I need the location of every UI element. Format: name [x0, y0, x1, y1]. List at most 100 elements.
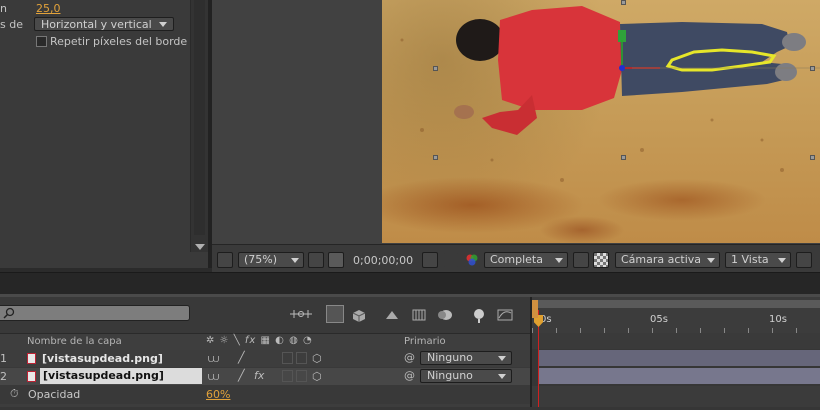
- panel-gap: [0, 272, 820, 295]
- edge-mode-dropdown[interactable]: Horizontal y vertical: [34, 17, 174, 31]
- ruler-label: 10s: [769, 314, 787, 325]
- parent-dropdown[interactable]: Ninguno: [420, 351, 512, 365]
- magnification-dropdown[interactable]: (75%): [238, 252, 304, 268]
- view-layout-value: 1 Vista: [731, 253, 769, 266]
- work-area-bar[interactable]: [532, 300, 820, 308]
- comp-marker-icon[interactable]: [290, 307, 312, 321]
- viewer-toolbar: (75%) 0;00;00;00 Completa Cámara activa …: [212, 244, 820, 273]
- motion-blur-icon[interactable]: [436, 307, 454, 323]
- property-track[interactable]: [532, 386, 820, 407]
- layer-duration-bar[interactable]: [538, 350, 820, 366]
- effect-panel-scrollbar[interactable]: [190, 0, 208, 252]
- chevron-down-icon: [778, 258, 786, 263]
- pickwhip-icon[interactable]: @: [404, 351, 415, 364]
- chevron-down-icon: [707, 258, 715, 263]
- search-icon: [3, 307, 15, 319]
- always-preview-icon[interactable]: [217, 252, 233, 268]
- switch-box[interactable]: [296, 352, 307, 364]
- camera-value: Cámara activa: [621, 253, 702, 266]
- composition-frame[interactable]: [382, 0, 820, 243]
- brainstorm-icon[interactable]: [470, 307, 488, 323]
- transform-handle[interactable]: [433, 66, 438, 71]
- property-name: Opacidad: [28, 388, 81, 401]
- value-label: n: [0, 2, 7, 15]
- snapshot-camera-icon[interactable]: [422, 252, 438, 268]
- 3d-cube-icon[interactable]: [350, 307, 368, 323]
- channel-rgb-icon[interactable]: [463, 252, 481, 268]
- quality-switch-icon[interactable]: ╱: [238, 351, 245, 364]
- chevron-down-icon: [159, 22, 167, 27]
- repeat-edge-pixels-label: Repetir píxeles del borde: [50, 35, 188, 48]
- switch-box[interactable]: [282, 370, 293, 382]
- layer-name-selected[interactable]: [vistasupdead.png]: [40, 368, 202, 384]
- layer-index: 2: [0, 370, 7, 383]
- track-header-spacer: [532, 333, 820, 349]
- switches-column-icons: ✲ ☼ ╲ fx ▦ ◐ ◍ ◔: [206, 335, 313, 346]
- timecode-value: 0;00;00;00: [353, 254, 414, 267]
- png-file-icon: [27, 353, 36, 364]
- graph-editor-icon[interactable]: [496, 307, 514, 323]
- layer-column-header: Nombre de la capa ✲ ☼ ╲ fx ▦ ◐ ◍ ◔ Prima…: [0, 333, 530, 351]
- parent-dropdown[interactable]: Ninguno: [420, 369, 512, 383]
- parent-value: Ninguno: [427, 369, 473, 382]
- mask-visibility-icon[interactable]: [328, 252, 344, 268]
- transform-handle[interactable]: [433, 155, 438, 160]
- live-update-icon[interactable]: [326, 305, 344, 323]
- layer-row[interactable]: 1 [vistasupdead.png] ⩊ ╱ ⬡ @ Ninguno: [0, 350, 530, 367]
- transform-handle[interactable]: [810, 66, 815, 71]
- stopwatch-icon[interactable]: ⏱: [10, 387, 19, 401]
- effects-switch-icon[interactable]: fx: [254, 369, 264, 382]
- shy-switch-icon[interactable]: ⩊: [208, 370, 219, 384]
- parent-value: Ninguno: [427, 351, 473, 364]
- edge-label: s de: [0, 18, 23, 31]
- layer-index: 1: [0, 352, 7, 365]
- parent-column-header[interactable]: Primario: [404, 336, 446, 347]
- composition-artwork: [400, 6, 820, 182]
- show-snapshot-icon[interactable]: [443, 252, 459, 268]
- pickwhip-icon[interactable]: @: [404, 369, 415, 382]
- work-area-start-handle[interactable]: [532, 300, 538, 318]
- scroll-track[interactable]: [194, 0, 205, 235]
- transform-handle[interactable]: [810, 155, 815, 160]
- rgb-circles: [466, 254, 478, 266]
- toggle-pixel-aspect-icon[interactable]: [796, 252, 812, 268]
- layer-name[interactable]: [vistasupdead.png]: [42, 352, 163, 365]
- transparency-grid-icon[interactable]: [593, 252, 609, 268]
- quality-switch-icon[interactable]: ╱: [238, 369, 245, 382]
- camera-dropdown[interactable]: Cámara activa: [615, 252, 720, 268]
- value-field[interactable]: 25,0: [36, 2, 61, 15]
- region-of-interest-icon[interactable]: [573, 252, 589, 268]
- draft-3d-icon[interactable]: [384, 307, 400, 323]
- transform-handle[interactable]: [621, 155, 626, 160]
- timecode-field[interactable]: 0;00;00;00: [348, 252, 418, 268]
- frame-blending-glyph: [412, 309, 426, 321]
- brainstorm-glyph: [474, 309, 484, 323]
- view-layout-dropdown[interactable]: 1 Vista: [725, 252, 791, 268]
- repeat-edge-pixels-checkbox[interactable]: [36, 36, 47, 47]
- layer-search-input[interactable]: [0, 305, 190, 321]
- comp-marker-glyph: [290, 310, 312, 318]
- switch-box[interactable]: [282, 352, 293, 364]
- 3d-cube-icon[interactable]: ⬡: [312, 370, 322, 383]
- resolution-dropdown[interactable]: Completa: [484, 252, 568, 268]
- graph-editor-glyph: [497, 309, 513, 321]
- motion-blur-glyph: [438, 310, 452, 320]
- resolution-value: Completa: [490, 253, 543, 266]
- layer-duration-bar[interactable]: [538, 368, 820, 384]
- property-row[interactable]: ⏱ Opacidad 60%: [0, 386, 530, 403]
- draft-3d-glyph: [386, 311, 398, 319]
- frame-blending-icon[interactable]: [410, 307, 428, 323]
- grid-icon[interactable]: [308, 252, 324, 268]
- shy-switch-icon[interactable]: ⩊: [208, 352, 219, 366]
- chevron-down-icon: [555, 258, 563, 263]
- chevron-down-icon: [291, 258, 299, 263]
- scroll-down-arrow-icon[interactable]: [195, 244, 205, 250]
- layer-row[interactable]: 2 [vistasupdead.png] ⩊ ╱ fx ⬡ @ Ninguno: [0, 368, 530, 385]
- timeline-switches-bar: [290, 305, 530, 325]
- property-value[interactable]: 60%: [206, 388, 230, 401]
- transform-handle[interactable]: [621, 0, 626, 5]
- edge-mode-value: Horizontal y vertical: [41, 18, 152, 31]
- 3d-cube-icon[interactable]: ⬡: [312, 352, 322, 365]
- switch-box[interactable]: [296, 370, 307, 382]
- layer-name-column-header[interactable]: Nombre de la capa: [27, 336, 122, 347]
